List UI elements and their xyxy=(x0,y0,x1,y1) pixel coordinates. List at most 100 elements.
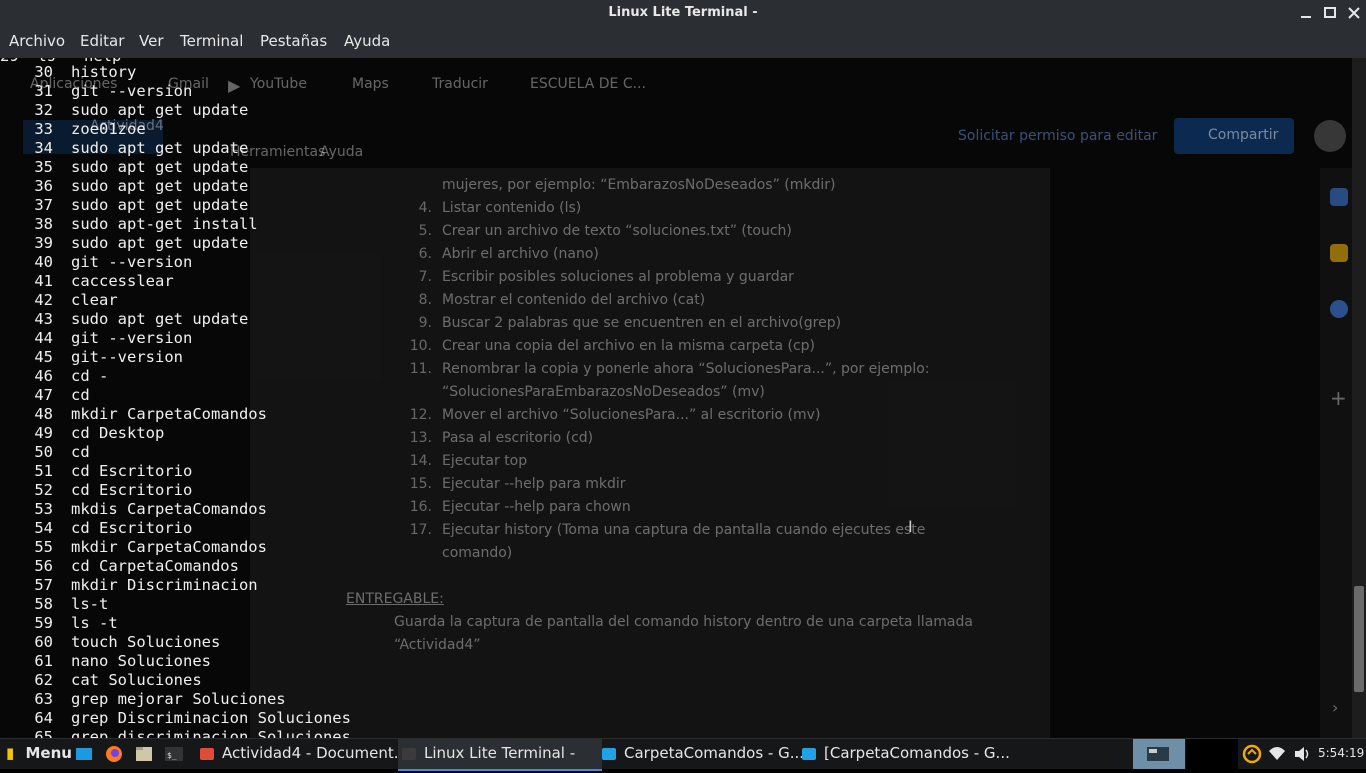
terminal-line: 49 cd Desktop xyxy=(0,424,164,443)
history-command: sudo apt get update xyxy=(71,310,249,328)
terminal-line: 42 clear xyxy=(0,291,117,310)
terminal-line: 58 ls-t xyxy=(0,595,108,614)
doc-list-number: 6. xyxy=(418,246,432,262)
terminal-line: 36 sudo apt get update xyxy=(0,177,248,196)
history-number: 50 xyxy=(34,443,53,461)
history-command: grep Discriminacion Soluciones xyxy=(71,709,351,727)
history-command: history xyxy=(71,63,137,81)
workspace-1[interactable] xyxy=(1133,739,1185,769)
history-command: sudo apt-get install xyxy=(71,215,258,233)
terminal-line: 57 mkdir Discriminacion xyxy=(0,576,257,595)
svg-text:$_: $_ xyxy=(167,751,177,760)
doc-list-number: 4. xyxy=(418,200,432,216)
terminal-line: 60 touch Soluciones xyxy=(0,633,220,652)
terminal-line: 62 cat Soluciones xyxy=(0,671,201,690)
history-number: 31 xyxy=(34,82,53,100)
terminal-line: 35 sudo apt get update xyxy=(0,158,248,177)
doc-list-number: 13. xyxy=(409,430,432,446)
history-command: grep mejorar Soluciones xyxy=(71,690,286,708)
doc-list-text: Ejecutar history (Toma una captura de pa… xyxy=(442,522,926,538)
linux-lite-logo-icon: ▮ xyxy=(6,744,15,762)
window-titlebar[interactable]: Linux Lite Terminal - xyxy=(0,0,1366,27)
history-number: 52 xyxy=(34,481,53,499)
terminal-line: 50 cd xyxy=(0,443,89,462)
share-button: Compartir xyxy=(1174,118,1294,154)
doc-list-text: Mostrar el contenido del archivo (cat) xyxy=(442,292,706,308)
close-icon[interactable] xyxy=(1344,3,1364,23)
terminal-scrollbar[interactable] xyxy=(1352,58,1366,738)
taskbar-window-button[interactable]: [CarpetaComandos - G... xyxy=(798,739,1012,769)
app-icon xyxy=(602,747,616,760)
terminal-line: 46 cd - xyxy=(0,367,108,386)
terminal-launcher-icon[interactable]: $_ xyxy=(163,739,185,769)
add-icon: + xyxy=(1330,386,1347,410)
window-title: Linux Lite Terminal - xyxy=(608,5,758,20)
terminal-line: 40 git --version xyxy=(0,253,192,272)
taskbar-window-label: CarpetaComandos - G... xyxy=(624,744,805,762)
taskbar-window-button[interactable]: Linux Lite Terminal - xyxy=(398,739,602,771)
history-number: 43 xyxy=(34,310,53,328)
history-command: ls -t xyxy=(71,614,118,632)
history-command: sudo apt get update xyxy=(71,158,249,176)
history-number: 33 xyxy=(34,120,53,138)
file-manager-icon[interactable] xyxy=(134,739,154,769)
history-number: 58 xyxy=(34,595,53,613)
workspace-2[interactable] xyxy=(1186,739,1238,769)
doc-list-text: comando) xyxy=(442,545,513,561)
tasks-icon xyxy=(1330,300,1348,318)
menu-ayuda[interactable]: Ayuda xyxy=(344,32,390,50)
history-number: 47 xyxy=(34,386,53,404)
history-number: 48 xyxy=(34,405,53,423)
firefox-icon[interactable] xyxy=(103,739,125,769)
start-menu-button[interactable]: ▮ Menu xyxy=(6,739,72,769)
menu-archivo[interactable]: Archivo xyxy=(9,32,65,50)
maximize-icon[interactable] xyxy=(1320,3,1340,23)
menu-editar[interactable]: Editar xyxy=(80,32,124,50)
terminal-line: 56 cd CarpetaComandos xyxy=(0,557,239,576)
terminal-line: 43 sudo apt get update xyxy=(0,310,248,329)
history-command: ls-t xyxy=(71,595,109,613)
terminal-line: 34 sudo apt get update xyxy=(0,139,248,158)
doc-list-text: Ejecutar --help para mkdir xyxy=(442,476,626,492)
menu-ver[interactable]: Ver xyxy=(139,32,164,50)
minimize-icon[interactable] xyxy=(1296,3,1316,23)
terminal-line: 64 grep Discriminacion Soluciones xyxy=(0,709,351,728)
history-number: 45 xyxy=(34,348,53,366)
history-number: 62 xyxy=(34,671,53,689)
terminal-area[interactable]: Aplicaciones Gmail ▶ YouTube Maps Traduc… xyxy=(0,58,1352,738)
history-command: git--version xyxy=(71,348,183,366)
history-number: 65 xyxy=(34,728,53,738)
doc-list-number: 8. xyxy=(418,292,432,308)
history-command: cd Escritorio xyxy=(71,462,193,480)
terminal-line: 33 zoe01zoe xyxy=(0,120,145,139)
menu-terminal[interactable]: Terminal xyxy=(180,32,243,50)
terminal-line: 65 grep discriminacion Soluciones xyxy=(0,728,351,738)
taskbar: ▮ Menu $_ Actividad4 - Document... Linux … xyxy=(0,738,1366,771)
terminal-line: 30 history xyxy=(0,63,136,82)
app-icon xyxy=(402,747,416,760)
doc-list-text: Abrir el archivo (nano) xyxy=(442,246,599,262)
clock[interactable]: 5:54:19 xyxy=(1318,739,1364,768)
volume-icon[interactable] xyxy=(1291,739,1313,769)
deliverable-text-1: Guarda la captura de pantalla del comand… xyxy=(394,614,973,630)
chevron-right-icon: › xyxy=(1332,698,1339,717)
terminal-line: 61 nano Soluciones xyxy=(0,652,211,671)
terminal-line: 54 cd Escritorio xyxy=(0,519,192,538)
wifi-icon[interactable] xyxy=(1266,739,1288,769)
keep-icon xyxy=(1330,244,1348,262)
avatar xyxy=(1314,120,1346,152)
taskbar-window-button[interactable]: Actividad4 - Document... xyxy=(196,739,408,769)
scrollbar-thumb[interactable] xyxy=(1354,586,1364,692)
history-command: git --version xyxy=(71,253,193,271)
doc-list-text: Ejecutar top xyxy=(442,453,528,469)
text-cursor-icon: I xyxy=(908,517,913,536)
menu-bar: Archivo Editar Ver Terminal Pestañas Ayu… xyxy=(0,27,1366,58)
document-page xyxy=(250,168,1050,738)
deliverable-heading: ENTREGABLE: xyxy=(346,591,444,607)
desktop-icon[interactable] xyxy=(74,739,94,769)
taskbar-window-button[interactable]: CarpetaComandos - G... xyxy=(598,739,805,769)
update-notifier-icon[interactable] xyxy=(1241,739,1263,769)
history-number: 49 xyxy=(34,424,53,442)
menu-pestanas[interactable]: Pestañas xyxy=(260,32,327,50)
history-number: 36 xyxy=(34,177,53,195)
